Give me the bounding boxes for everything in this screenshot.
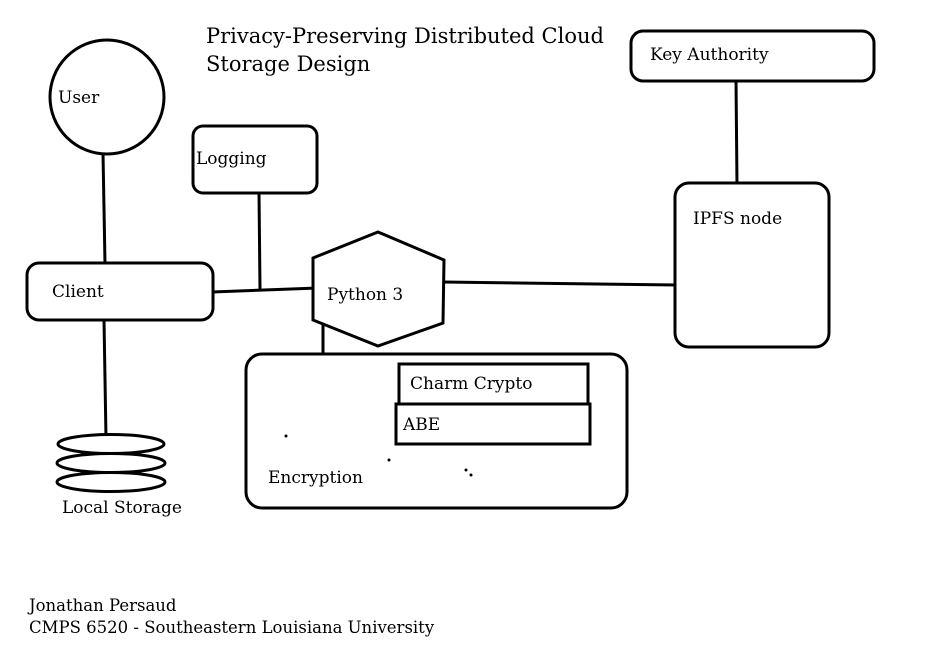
logging-label: Logging <box>196 149 267 169</box>
ipfs-node-label: IPFS node <box>693 209 782 229</box>
diagram-title-line1: Privacy-Preserving Distributed Cloud <box>206 24 604 48</box>
client-storage-connector <box>102 319 108 439</box>
charm-crypto-label: Charm Crypto <box>410 374 532 394</box>
encryption-label: Encryption <box>268 468 363 488</box>
client-python-connector <box>211 286 319 294</box>
logging-connector <box>257 191 262 291</box>
key-authority-ipfs-connector <box>734 79 739 186</box>
course-info: CMPS 6520 - Southeastern Louisiana Unive… <box>29 618 435 637</box>
ipfs-node-box <box>673 181 831 349</box>
abe-label: ABE <box>402 415 440 435</box>
python-label: Python 3 <box>327 285 403 305</box>
user-label: User <box>58 88 100 108</box>
diagram-title-line2: Storage Design <box>206 52 370 76</box>
author-name: Jonathan Persaud <box>27 596 177 615</box>
python-ipfs-connector <box>442 280 678 287</box>
architecture-diagram: Privacy-Preserving Distributed Cloud Sto… <box>25 24 876 637</box>
user-client-connector <box>101 152 107 265</box>
key-authority-label: Key Authority <box>650 45 769 65</box>
client-label: Client <box>52 282 104 302</box>
local-storage-icon <box>55 433 167 493</box>
local-storage-label: Local Storage <box>62 498 182 518</box>
